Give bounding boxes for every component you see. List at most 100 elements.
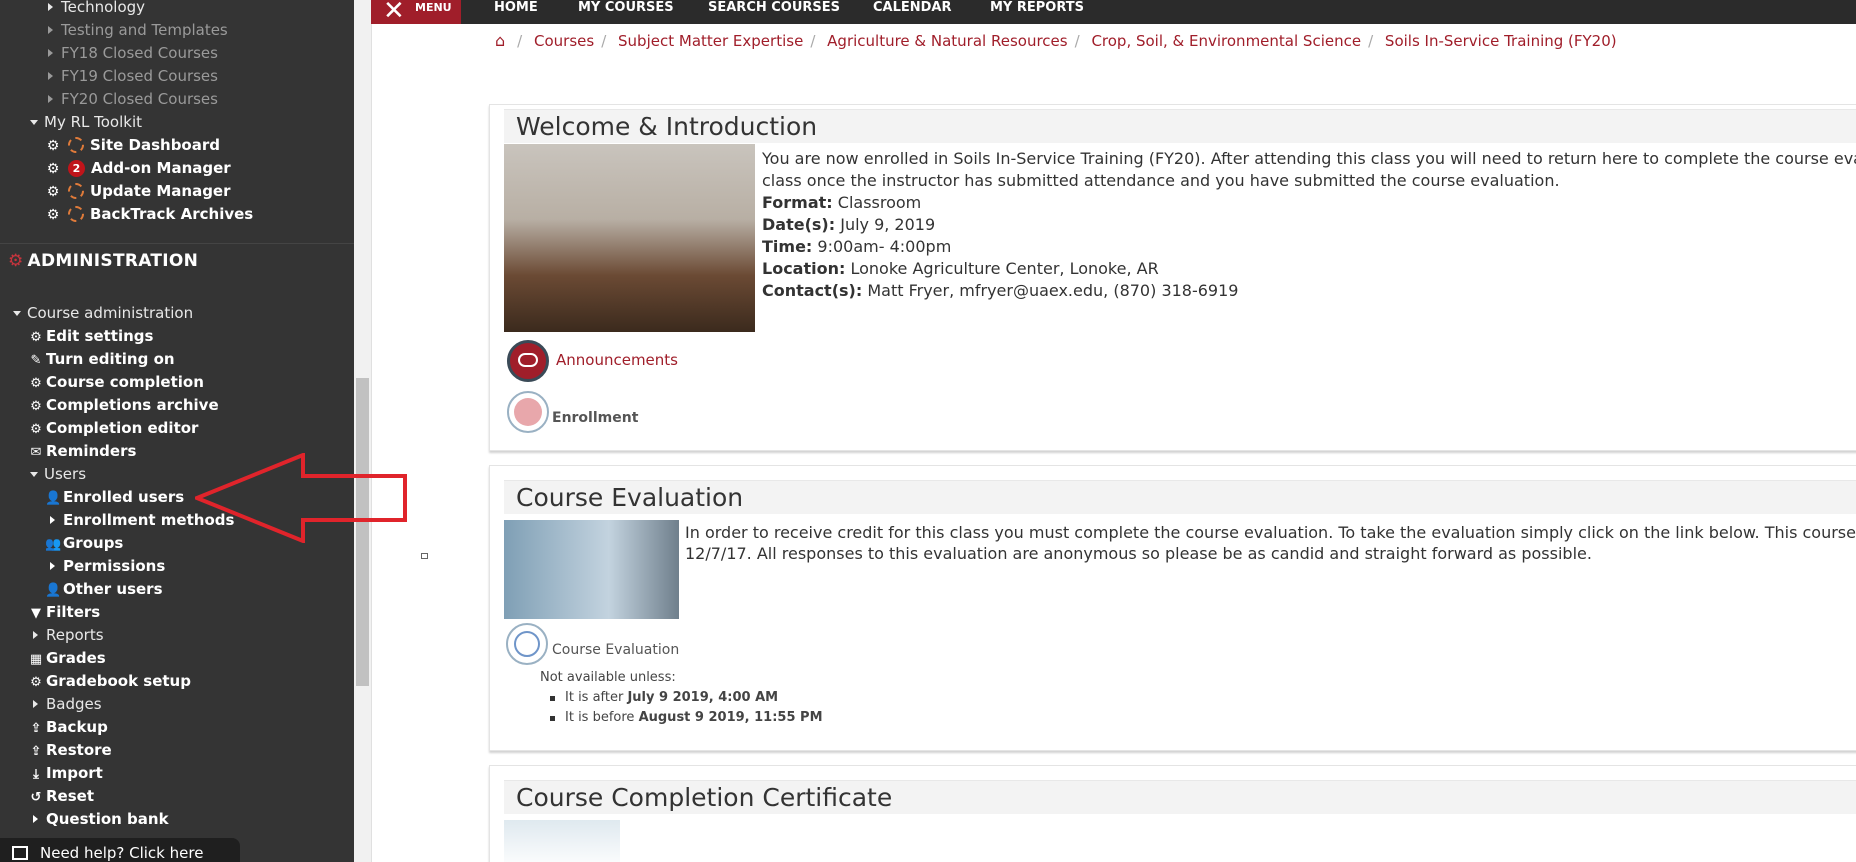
gear-icon: ⚙ [46,138,60,154]
user-plus-icon: 👤 [45,583,62,598]
admin-filters[interactable]: ▼ Filters [28,601,100,623]
course-evaluation-link[interactable]: Course Evaluation [552,642,679,658]
top-navigation: ✕ MENU HOME MY COURSES SEARCH COURSES CA… [371,0,1856,24]
help-button[interactable]: Need help? Click here [0,838,240,862]
admin-badges[interactable]: Badges [33,693,102,715]
toolkit-backtrack-archives[interactable]: ⚙ BackTrack Archives [46,203,254,225]
nav-search-courses[interactable]: SEARCH COURSES [708,0,840,24]
restriction-title: Not available unless: [540,670,676,685]
user-plus-icon: 👤 [45,491,62,506]
breadcrumb-subject-matter[interactable]: Subject Matter Expertise [618,32,803,50]
welcome-intro-line2: class once the instructor has submitted … [762,171,1560,190]
breadcrumb: ⌂ / Courses / Subject Matter Expertise / Ag… [495,31,1617,50]
sidebar: Technology Testing and Templates FY18 Cl… [0,0,354,862]
category-item-fy18[interactable]: FY18 Closed Courses [48,42,218,64]
toolkit-addon-manager[interactable]: ⚙ 2 Add-on Manager [46,157,231,179]
admin-course-completion[interactable]: ⚙ Course completion [28,371,204,393]
enrollment-link[interactable]: Enrollment [552,410,638,426]
admin-backup[interactable]: ⇪ Backup [28,716,108,738]
admin-other-users[interactable]: 👤 Other users [45,578,163,600]
table-icon: ▦ [29,652,43,667]
course-administration-toggle[interactable]: Course administration [13,302,193,324]
toolkit-update-manager[interactable]: ⚙ Update Manager [46,180,231,202]
admin-permissions[interactable]: Permissions [50,555,165,577]
admin-reports[interactable]: Reports [33,624,104,646]
admin-enrolled-users[interactable]: 👤 Enrolled users [45,486,184,508]
undo-icon: ↺ [30,790,42,805]
category-item-technology[interactable]: Technology [48,0,145,18]
bullet-icon [550,696,555,701]
breadcrumb-agriculture[interactable]: Agriculture & Natural Resources [827,32,1067,50]
enrollment-icon[interactable] [507,391,549,433]
caret-right-icon [33,631,38,639]
admin-reminders[interactable]: ✉ Reminders [28,440,137,462]
soil-hands-image [504,144,755,332]
evaluation-text-line2: 12/7/17. All responses to this evaluatio… [685,544,1592,563]
pencil-icon: ✎ [30,353,42,368]
welcome-title: Welcome & Introduction [504,109,1856,143]
nav-calendar[interactable]: CALENDAR [873,0,952,24]
feedback-icon[interactable] [506,623,548,665]
collapse-toggle-icon[interactable] [421,553,428,559]
archive-icon [68,206,84,222]
cogs-icon: ⚙ [8,251,24,271]
contact-row: Contact(s): Matt Fryer, mfryer@uaex.edu,… [762,281,1239,300]
toolkit-toggle[interactable]: My RL Toolkit [30,111,142,133]
caret-right-icon [50,516,55,524]
nav-home[interactable]: HOME [494,0,538,24]
welcome-intro-line1: You are now enrolled in Soils In-Service… [762,149,1856,168]
admin-gradebook-setup[interactable]: ⚙ Gradebook setup [28,670,191,692]
certificate-title: Course Completion Certificate [504,780,1856,814]
upload-icon: ⇪ [30,744,42,759]
nav-my-courses[interactable]: MY COURSES [578,0,674,24]
admin-groups[interactable]: 👥 Groups [45,532,123,554]
breadcrumb-current-course[interactable]: Soils In-Service Training (FY20) [1385,32,1617,50]
restriction-after: It is after July 9 2019, 4:00 AM [565,690,779,705]
envelope-icon: ✉ [30,445,42,460]
evaluation-title: Course Evaluation [504,480,1856,514]
gear-icon: ⚙ [30,399,42,414]
welcome-section: Welcome & Introduction You are now enrol… [489,104,1856,451]
admin-users-toggle[interactable]: Users [30,463,86,485]
gear-icon: ⚙ [30,376,42,391]
announcements-icon[interactable] [507,340,549,382]
gear-icon: ⚙ [46,207,60,223]
breadcrumb-courses[interactable]: Courses [534,32,594,50]
bullet-icon [550,716,555,721]
admin-turn-editing-on[interactable]: ✎ Turn editing on [28,348,175,370]
category-item-fy19[interactable]: FY19 Closed Courses [48,65,218,87]
announcements-link[interactable]: Announcements [556,351,678,369]
category-item-fy20[interactable]: FY20 Closed Courses [48,88,218,110]
admin-edit-settings[interactable]: ⚙ Edit settings [28,325,153,347]
caret-right-icon [48,95,53,103]
format-row: Format: Classroom [762,193,922,212]
update-icon [68,183,84,199]
admin-completion-editor[interactable]: ⚙ Completion editor [28,417,198,439]
upload-icon: ⇪ [30,721,42,736]
breadcrumb-crop-soil[interactable]: Crop, Soil, & Environmental Science [1091,32,1361,50]
admin-import[interactable]: ⤓ Import [28,762,103,784]
sidebar-scrollbar[interactable] [354,0,371,862]
admin-reset[interactable]: ↺ Reset [28,785,94,807]
admin-restore[interactable]: ⇪ Restore [28,739,112,761]
toolkit-site-dashboard[interactable]: ⚙ Site Dashboard [46,134,220,156]
red-arrow-annotation [195,453,407,543]
admin-completions-archive[interactable]: ⚙ Completions archive [28,394,218,416]
time-row: Time: 9:00am- 4:00pm [762,237,952,256]
menu-button[interactable]: ✕ MENU [371,0,461,24]
close-icon: ✕ [383,0,405,26]
category-item-testing[interactable]: Testing and Templates [48,19,228,41]
home-icon[interactable]: ⌂ [495,31,505,50]
caret-right-icon [33,815,38,823]
caret-right-icon [48,26,53,34]
dashboard-icon [68,137,84,153]
caret-right-icon [50,562,55,570]
users-icon: 👥 [45,537,62,552]
dates-row: Date(s): July 9, 2019 [762,215,936,234]
caret-down-icon [30,472,38,477]
nav-my-reports[interactable]: MY REPORTS [990,0,1084,24]
divider [0,243,354,244]
caret-right-icon [48,72,53,80]
admin-grades[interactable]: ▦ Grades [28,647,106,669]
admin-question-bank[interactable]: Question bank [33,808,169,830]
